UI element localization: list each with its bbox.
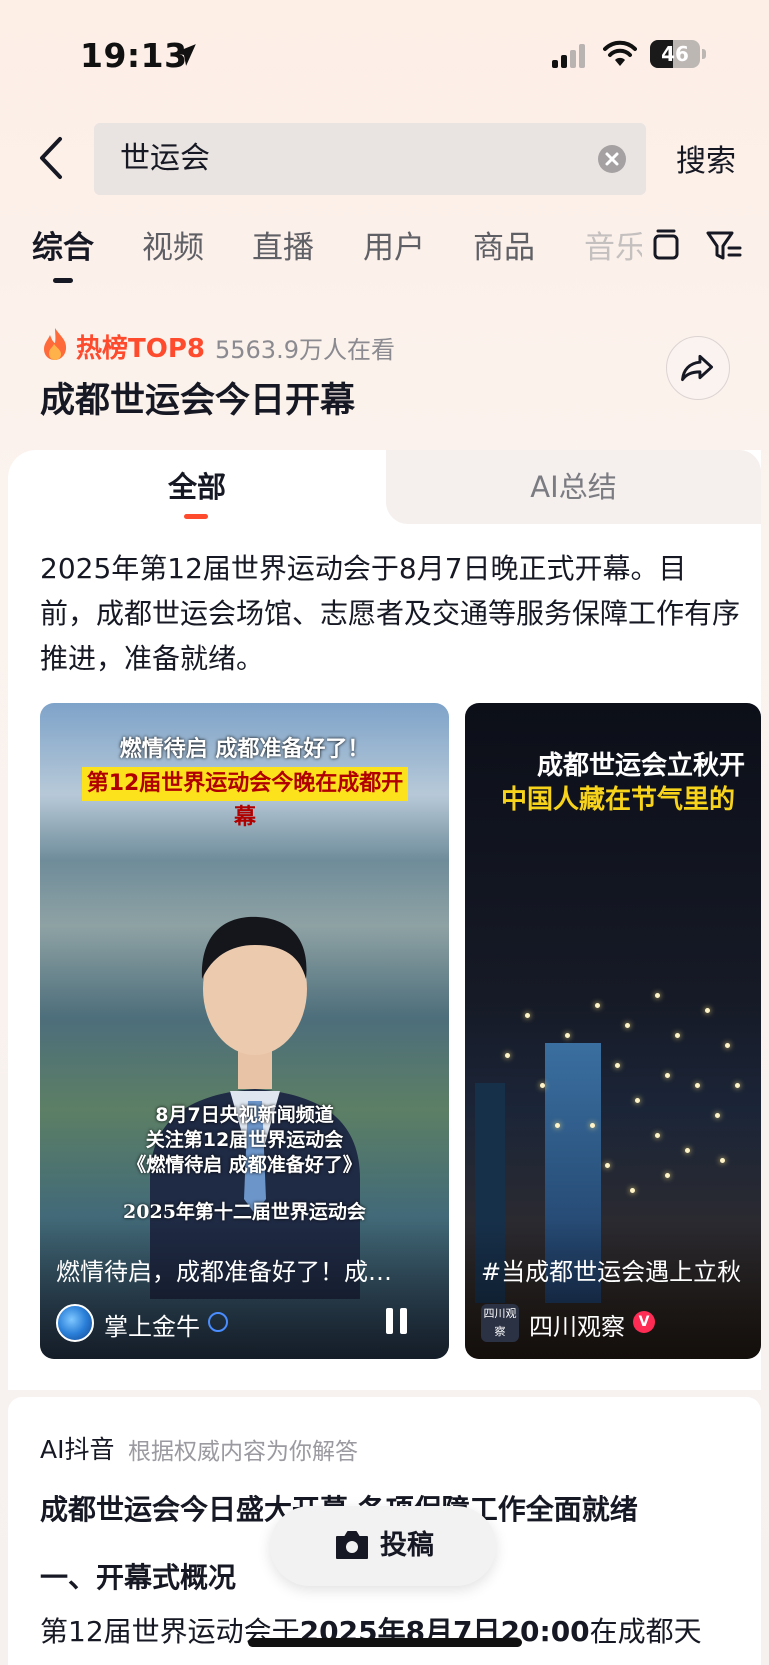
body-text: 在成都天 bbox=[589, 1615, 702, 1648]
filter-icon[interactable] bbox=[705, 228, 743, 264]
topic-summary: 2025年第12届世界运动会于8月7日晚正式开幕。目前，成都世运会场馆、志愿者及… bbox=[40, 552, 741, 675]
video-caption-highlight: 中国人藏在节气里的 bbox=[501, 785, 736, 815]
ai-hint: 根据权威内容为你解答 bbox=[128, 1439, 358, 1465]
tab-live[interactable]: 直播 bbox=[252, 222, 314, 267]
drone-light bbox=[635, 1098, 640, 1103]
drone-light bbox=[655, 993, 660, 998]
drone-light bbox=[655, 1133, 660, 1138]
tab-users[interactable]: 用户 bbox=[363, 222, 425, 267]
active-tab-indicator bbox=[53, 278, 73, 283]
author-logo-text: 四川观察 bbox=[483, 1307, 517, 1338]
battery-level: 46 bbox=[661, 42, 689, 66]
search-query: 世运会 bbox=[120, 141, 210, 176]
search-input[interactable]: 世运会 bbox=[94, 123, 646, 195]
category-tabs: 综合 视频 直播 用户 商品 音乐 bbox=[0, 222, 642, 292]
subtitle-line: 8月7日央视新闻频道 bbox=[155, 1104, 334, 1126]
video-caption-highlight: 第12届世界运动会今晚在成都开幕 bbox=[82, 767, 408, 830]
drone-light bbox=[540, 1083, 545, 1088]
ai-section-heading: 一、开幕式概况 bbox=[40, 1561, 237, 1594]
drone-light bbox=[555, 1123, 560, 1128]
viewer-count: 5563.9万人在看 bbox=[215, 336, 395, 364]
tab-ai-summary[interactable]: AI总结 bbox=[386, 450, 761, 524]
drone-light bbox=[705, 1008, 710, 1013]
camera-icon bbox=[336, 1531, 368, 1559]
avatar[interactable] bbox=[56, 1304, 94, 1342]
hot-rank-badge: 热榜TOP8 bbox=[76, 334, 205, 364]
pause-icon[interactable] bbox=[384, 1308, 410, 1338]
drone-light bbox=[630, 1188, 635, 1193]
video-author[interactable]: 掌上金牛 bbox=[104, 1307, 200, 1342]
location-arrow-icon bbox=[174, 44, 196, 66]
drone-light bbox=[615, 1063, 620, 1068]
drone-light bbox=[665, 1073, 670, 1078]
video-title: #当成都世运会遇上立秋 bbox=[481, 1258, 742, 1286]
video-title: 燃情待启，成都准备好了！成… bbox=[56, 1258, 392, 1286]
drone-light bbox=[715, 1113, 720, 1118]
video-caption: 成都世运会立秋开 bbox=[537, 751, 746, 781]
drone-light bbox=[565, 1033, 570, 1038]
search-button[interactable]: 搜索 bbox=[676, 136, 736, 180]
verified-icon bbox=[208, 1312, 228, 1332]
subtitle-line: 关注第12届世界运动会 bbox=[145, 1129, 344, 1151]
wifi-icon bbox=[603, 40, 637, 66]
avatar[interactable]: 四川观察 bbox=[481, 1304, 519, 1342]
share-button[interactable] bbox=[666, 336, 730, 400]
content-tab-indicator bbox=[184, 514, 208, 519]
back-icon[interactable] bbox=[30, 133, 74, 183]
tab-all[interactable]: 全部 bbox=[8, 450, 386, 524]
drone-light bbox=[695, 1083, 700, 1088]
status-bar: 19:13 46 bbox=[0, 0, 769, 110]
layout-toggle-icon[interactable] bbox=[652, 228, 680, 264]
fire-icon bbox=[44, 328, 67, 360]
drone-light bbox=[665, 1173, 670, 1178]
video-card[interactable]: 燃情待启 成都准备好了！ 第12届世界运动会今晚在成都开幕 8月7日央视新闻频道… bbox=[40, 703, 449, 1359]
ai-brand: AI抖音 bbox=[40, 1435, 115, 1464]
drone-light bbox=[595, 1003, 600, 1008]
cellular-signal-icon bbox=[552, 44, 585, 68]
drone-light bbox=[525, 1013, 530, 1018]
video-caption: 燃情待启 成都准备好了！ bbox=[119, 737, 370, 762]
drone-light bbox=[605, 1163, 610, 1168]
battery-icon: 46 bbox=[650, 40, 706, 68]
video-card[interactable]: 成都世运会立秋开 中国人藏在节气里的 #当成都世运会遇上立秋 四川观察 四川观察… bbox=[465, 703, 761, 1359]
video-subtitle: 8月7日央视新闻频道 关注第12届世界运动会 《燃情待启 成都准备好了》 bbox=[40, 1103, 449, 1178]
video-author[interactable]: 四川观察 bbox=[529, 1307, 625, 1342]
topic-title: 成都世运会今日开幕 bbox=[40, 381, 356, 421]
tab-products[interactable]: 商品 bbox=[473, 222, 535, 267]
verified-icon: V bbox=[633, 1311, 655, 1333]
drone-light bbox=[735, 1083, 740, 1088]
drone-light bbox=[590, 1123, 595, 1128]
home-indicator bbox=[248, 1638, 522, 1647]
drone-light bbox=[725, 1043, 730, 1048]
drone-light bbox=[675, 1033, 680, 1038]
subtitle-line: 《燃情待启 成都准备好了》 bbox=[127, 1154, 362, 1176]
drone-light bbox=[505, 1053, 510, 1058]
drone-light bbox=[720, 1158, 725, 1163]
post-label: 投稿 bbox=[380, 1530, 434, 1561]
drone-light bbox=[685, 1148, 690, 1153]
tab-video[interactable]: 视频 bbox=[142, 222, 204, 267]
drone-light bbox=[625, 1023, 630, 1028]
tab-music[interactable]: 音乐 bbox=[584, 222, 642, 267]
post-button[interactable]: 投稿 bbox=[270, 1506, 496, 1586]
share-icon bbox=[681, 354, 714, 382]
tab-comprehensive[interactable]: 综合 bbox=[32, 222, 94, 267]
clear-icon[interactable] bbox=[598, 145, 626, 173]
